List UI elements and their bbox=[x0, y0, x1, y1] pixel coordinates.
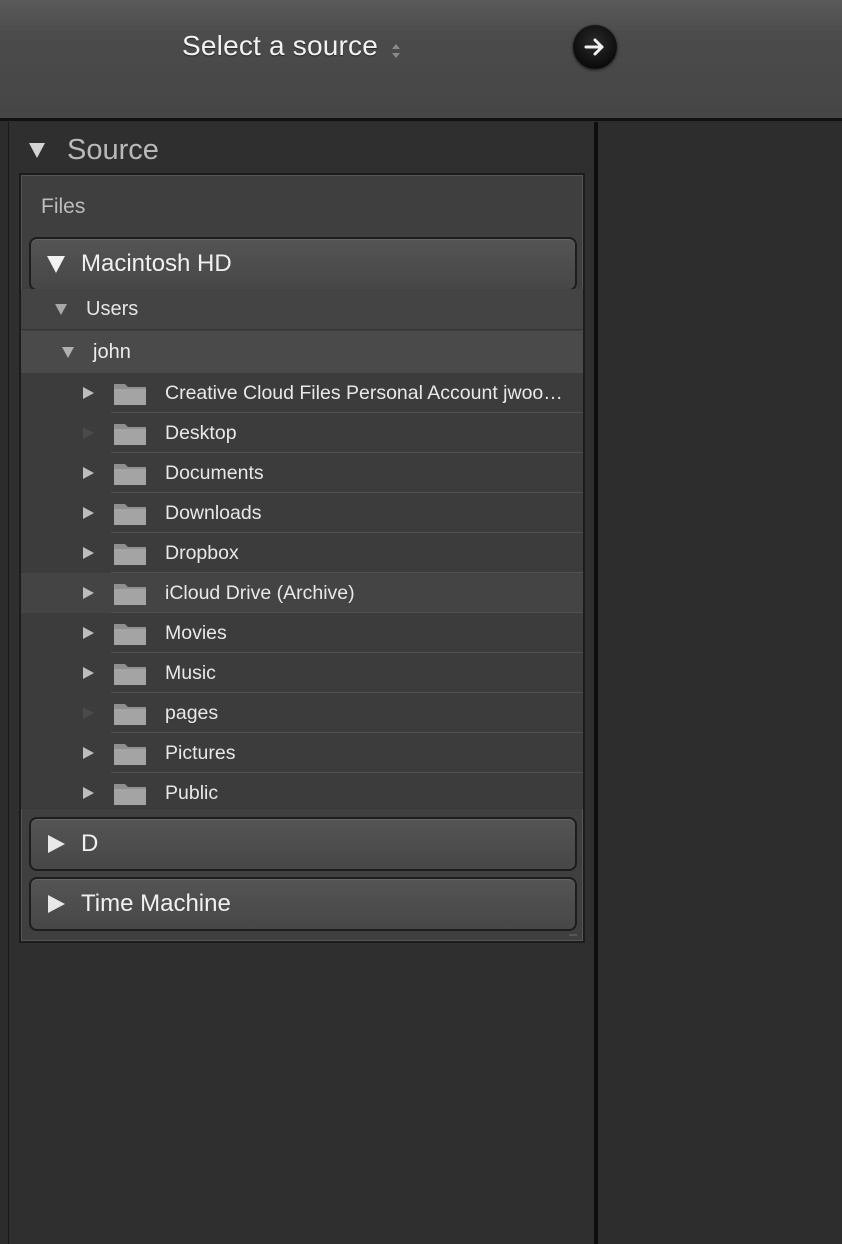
source-section-header[interactable]: Source bbox=[27, 134, 159, 166]
folder-row-pages[interactable]: pages bbox=[21, 693, 583, 733]
top-bar: Select a source bbox=[0, 0, 842, 121]
triangle-right-icon[interactable] bbox=[81, 666, 95, 680]
triangle-down-icon bbox=[55, 304, 67, 315]
triangle-right-icon bbox=[48, 895, 65, 913]
folder-row-desktop[interactable]: Desktop bbox=[21, 413, 583, 453]
triangle-right-icon bbox=[48, 835, 65, 853]
folder-label: Desktop bbox=[165, 422, 237, 444]
triangle-right-faint-icon bbox=[83, 707, 94, 719]
volume-macintosh-hd[interactable]: Macintosh HD bbox=[29, 237, 577, 291]
arrow-right-icon bbox=[584, 38, 604, 56]
content-area bbox=[598, 122, 842, 1244]
folder-label: Creative Cloud Files Personal Account jw… bbox=[165, 382, 565, 404]
folder-label: Downloads bbox=[165, 502, 262, 524]
tree-item-users[interactable]: Users bbox=[21, 289, 583, 330]
source-panel: Source Files Macintosh HD Users john Cre… bbox=[8, 122, 595, 1244]
folder-icon bbox=[114, 504, 146, 525]
triangle-right-icon[interactable] bbox=[81, 466, 95, 480]
triangle-right-icon[interactable] bbox=[81, 506, 95, 520]
folder-row-icloud-drive-archive[interactable]: iCloud Drive (Archive) bbox=[21, 573, 583, 613]
triangle-right-faint-icon bbox=[83, 427, 94, 439]
triangle-right-icon[interactable] bbox=[81, 586, 95, 600]
folder-icon bbox=[114, 584, 146, 605]
triangle-right-icon[interactable] bbox=[81, 786, 95, 800]
folder-row-pictures[interactable]: Pictures bbox=[21, 733, 583, 773]
folder-list: Creative Cloud Files Personal Account jw… bbox=[21, 373, 583, 809]
source-select-dropdown[interactable]: Select a source bbox=[182, 26, 402, 66]
folder-row-documents[interactable]: Documents bbox=[21, 453, 583, 493]
folder-icon bbox=[114, 424, 146, 445]
files-label: Files bbox=[41, 195, 86, 218]
folder-label: Movies bbox=[165, 622, 227, 644]
folder-label: Public bbox=[165, 782, 219, 804]
tree-item-label: john bbox=[93, 340, 131, 363]
source-title: Source bbox=[67, 133, 159, 166]
folder-label: iCloud Drive (Archive) bbox=[165, 582, 355, 604]
tree-item-label: Users bbox=[86, 297, 139, 320]
folder-icon bbox=[114, 624, 146, 645]
triangle-down-icon bbox=[47, 256, 65, 273]
triangle-down-icon bbox=[62, 347, 74, 358]
folder-icon bbox=[114, 464, 146, 485]
folder-label: Music bbox=[165, 662, 216, 684]
triangle-down-icon bbox=[29, 143, 45, 158]
folder-icon bbox=[114, 544, 146, 565]
folder-row-music[interactable]: Music bbox=[21, 653, 583, 693]
folder-icon bbox=[114, 784, 146, 805]
folder-row-public[interactable]: Public bbox=[21, 773, 583, 813]
folder-icon bbox=[114, 384, 146, 405]
folder-label: pages bbox=[165, 702, 219, 724]
triangle-right-icon[interactable] bbox=[81, 386, 95, 400]
folder-icon bbox=[114, 704, 146, 725]
triangle-right-icon[interactable] bbox=[81, 546, 95, 560]
folder-icon bbox=[114, 664, 146, 685]
folder-row-creative-cloud-files[interactable]: Creative Cloud Files Personal Account jw… bbox=[21, 373, 583, 413]
folder-label: Dropbox bbox=[165, 542, 239, 564]
folder-row-dropbox[interactable]: Dropbox bbox=[21, 533, 583, 573]
go-button[interactable] bbox=[573, 25, 617, 69]
volume-time-machine[interactable]: Time Machine bbox=[29, 877, 577, 931]
folder-label: Pictures bbox=[165, 742, 236, 764]
volume-d[interactable]: D bbox=[29, 817, 577, 871]
volume-label: Macintosh HD bbox=[81, 250, 232, 277]
up-down-chevron-icon bbox=[392, 44, 400, 58]
folder-row-movies[interactable]: Movies bbox=[21, 613, 583, 653]
resize-edge bbox=[569, 934, 577, 936]
folder-label: Documents bbox=[165, 462, 264, 484]
volume-label: D bbox=[81, 830, 99, 857]
tree-item-john[interactable]: john bbox=[21, 331, 583, 374]
source-select-label: Select a source bbox=[182, 30, 378, 61]
volume-label: Time Machine bbox=[81, 890, 231, 917]
files-box: Files Macintosh HD Users john Creative C… bbox=[19, 173, 585, 943]
triangle-right-icon[interactable] bbox=[81, 626, 95, 640]
triangle-right-icon[interactable] bbox=[81, 746, 95, 760]
folder-row-downloads[interactable]: Downloads bbox=[21, 493, 583, 533]
folder-icon bbox=[114, 744, 146, 765]
